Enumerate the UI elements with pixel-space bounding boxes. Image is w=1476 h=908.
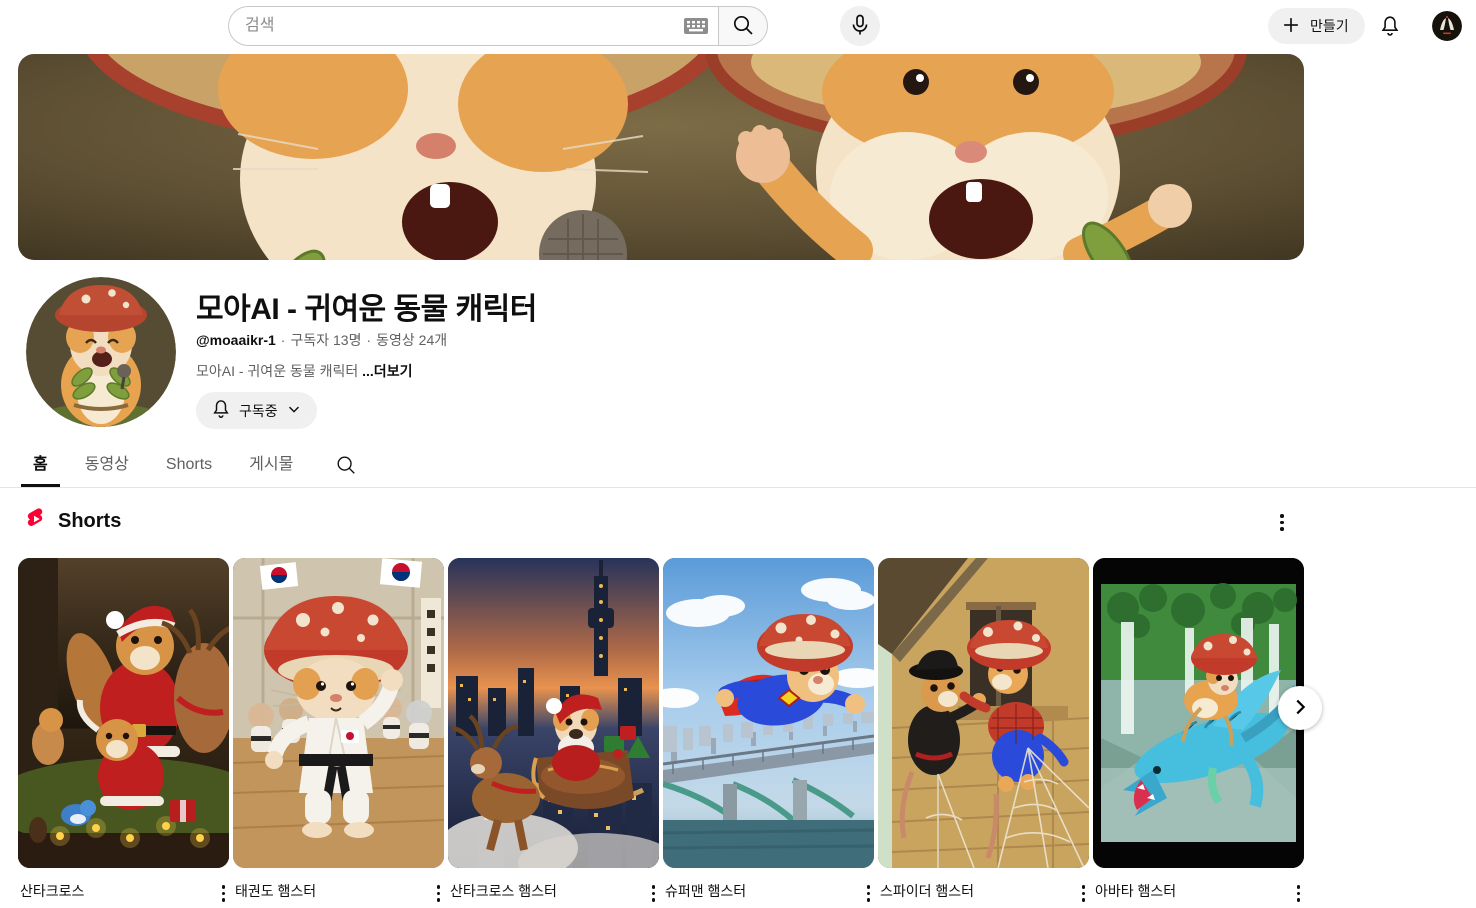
short-card-1: 산타크로스	[18, 558, 229, 906]
shorts-section-title: Shorts	[58, 510, 121, 533]
chevron-right-icon	[1289, 696, 1311, 721]
short-thumbnail-4[interactable]	[663, 558, 874, 868]
short-card-3: 산타크로스 햄스터	[448, 558, 659, 906]
search-button[interactable]	[718, 6, 768, 46]
short-title-6[interactable]: 아바타 햄스터	[1095, 881, 1176, 901]
channel-banner	[18, 54, 1304, 260]
short-thumbnail-5[interactable]	[878, 558, 1089, 868]
short-menu-button-2[interactable]	[433, 881, 445, 906]
short-menu-button-1[interactable]	[218, 881, 230, 906]
notifications-button[interactable]	[1378, 14, 1402, 38]
short-title-3[interactable]: 산타크로스 햄스터	[450, 881, 557, 901]
create-button-label: 만들기	[1310, 16, 1349, 36]
microphone-icon	[848, 13, 872, 40]
subscriber-count: 구독자 13명	[290, 330, 361, 350]
tab-videos[interactable]: 동영상	[85, 443, 129, 487]
short-menu-button-5[interactable]	[1078, 881, 1090, 906]
channel-avatar[interactable]	[26, 277, 176, 427]
search-input[interactable]	[228, 6, 718, 46]
channel-description[interactable]: 모아AI - 귀여운 동물 캐릭터 ...더보기	[196, 361, 412, 381]
chevron-down-icon	[285, 400, 303, 421]
shorts-section-menu-button[interactable]	[1276, 510, 1288, 535]
search-icon	[731, 13, 755, 40]
short-menu-button-3[interactable]	[648, 881, 660, 906]
user-avatar[interactable]	[1432, 11, 1462, 41]
short-menu-button-4[interactable]	[863, 881, 875, 906]
bell-icon	[1378, 26, 1402, 41]
thumbnail-image-santa-sleigh	[448, 558, 659, 868]
thumbnail-image-santa-squirrels	[18, 558, 229, 868]
short-thumbnail-6[interactable]	[1093, 558, 1304, 868]
search-bar	[228, 6, 768, 46]
more-link[interactable]: ...더보기	[362, 363, 412, 379]
bell-icon	[210, 398, 232, 423]
shorts-grid: 산타크로스	[18, 558, 1304, 906]
short-thumbnail-3[interactable]	[448, 558, 659, 868]
shorts-section-header: Shorts	[24, 507, 121, 536]
create-button[interactable]: 만들기	[1268, 8, 1365, 44]
description-text: 모아AI - 귀여운 동물 캐릭터	[196, 363, 362, 379]
short-thumbnail-2[interactable]	[233, 558, 444, 868]
tab-posts[interactable]: 게시물	[249, 443, 293, 487]
short-card-6: 아바타 햄스터	[1093, 558, 1304, 906]
tab-search-icon[interactable]	[335, 454, 357, 476]
video-count: 동영상 24개	[376, 330, 447, 350]
channel-title: 모아AI - 귀여운 동물 캐릭터	[196, 284, 537, 328]
thumbnail-image-superman-hamster	[663, 558, 874, 868]
plus-icon	[1280, 14, 1302, 39]
channel-avatar-image	[26, 277, 176, 427]
short-card-2: 태권도 햄스터	[233, 558, 444, 906]
banner-image	[18, 54, 1304, 260]
short-card-5: 스파이더 햄스터	[878, 558, 1089, 906]
channel-meta: @moaaikr-1 · 구독자 13명 · 동영상 24개	[196, 330, 447, 350]
tab-home[interactable]: 홈	[33, 443, 48, 487]
short-card-4: 슈퍼맨 햄스터	[663, 558, 874, 906]
youtube-channel-page: 만들기	[0, 0, 1476, 908]
meta-separator: ·	[366, 332, 371, 348]
carousel-next-button[interactable]	[1278, 686, 1322, 730]
thumbnail-image-taekwondo-hamster	[233, 558, 444, 868]
short-thumbnail-1[interactable]	[18, 558, 229, 868]
short-title-5[interactable]: 스파이더 햄스터	[880, 881, 974, 901]
short-menu-button-6[interactable]	[1293, 881, 1305, 906]
tab-shorts[interactable]: Shorts	[166, 443, 212, 487]
subscribed-button[interactable]: 구독중	[196, 392, 317, 429]
short-title-4[interactable]: 슈퍼맨 햄스터	[665, 881, 746, 901]
shorts-logo-icon	[24, 507, 48, 536]
thumbnail-image-spider-hamster	[878, 558, 1089, 868]
short-title-1[interactable]: 산타크로스	[20, 881, 84, 901]
channel-tabs-bar: 홈 동영상 Shorts 게시물	[0, 443, 1476, 488]
short-title-2[interactable]: 태권도 햄스터	[235, 881, 316, 901]
voice-search-button[interactable]	[840, 6, 880, 46]
meta-separator: ·	[281, 332, 286, 348]
thumbnail-image-avatar-hamster	[1093, 558, 1304, 868]
user-avatar-image	[1432, 11, 1462, 41]
subscribed-label: 구독중	[239, 401, 278, 421]
channel-handle: @moaaikr-1	[196, 332, 276, 348]
keyboard-icon[interactable]	[683, 16, 709, 36]
